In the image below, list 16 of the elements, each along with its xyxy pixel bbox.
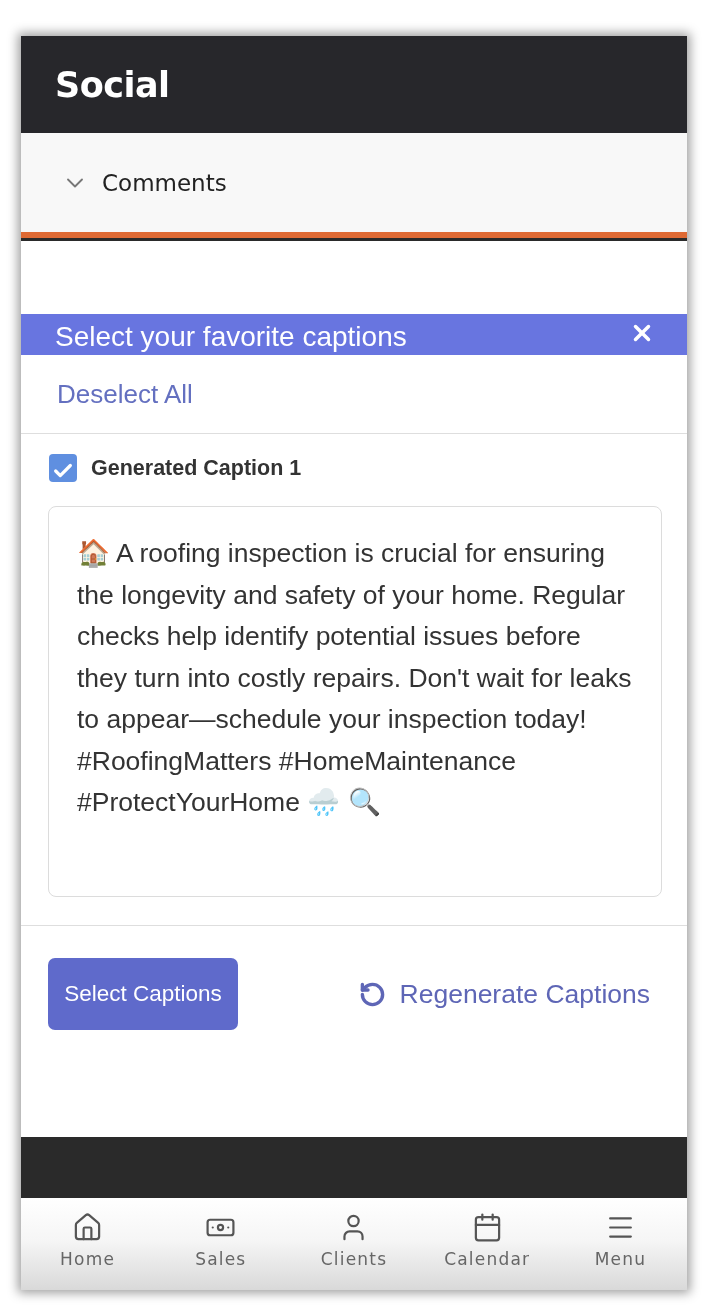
nav-item[interactable]: Calendar xyxy=(420,1198,554,1290)
nav-item[interactable]: Sales xyxy=(154,1198,288,1290)
select-captions-button[interactable]: Select Captions xyxy=(48,958,238,1030)
counterclockwise-arrow-icon xyxy=(358,980,386,1008)
nav-item[interactable]: Clients xyxy=(287,1198,421,1290)
caption-text-field[interactable] xyxy=(48,506,662,897)
nav-item[interactable]: Menu xyxy=(553,1198,687,1290)
comments-accordion[interactable]: Comments xyxy=(21,133,687,232)
modal-title: Select your favorite captions xyxy=(55,319,407,354)
caption-text: 🏠 A roofing inspection is crucial for ensuring the longevity and safety of your home. Regular checks help identify potential issues before they turn into costly repairs. Don't wait for leaks to appear—schedule your inspection today! #RoofingMatters #HomeMaintenance #ProtectYourHome 🌧 🔍 xyxy=(77,537,633,819)
checkbox[interactable] xyxy=(49,454,77,482)
caption-label: Generated Caption 1 xyxy=(91,455,302,481)
page-title: Social xyxy=(55,64,170,105)
regenerate-captions-button[interactable]: Regenerate Captions xyxy=(358,978,650,1010)
deselect-all-button[interactable]: Deselect All xyxy=(57,378,193,410)
nav-item[interactable]: Home xyxy=(21,1198,155,1290)
